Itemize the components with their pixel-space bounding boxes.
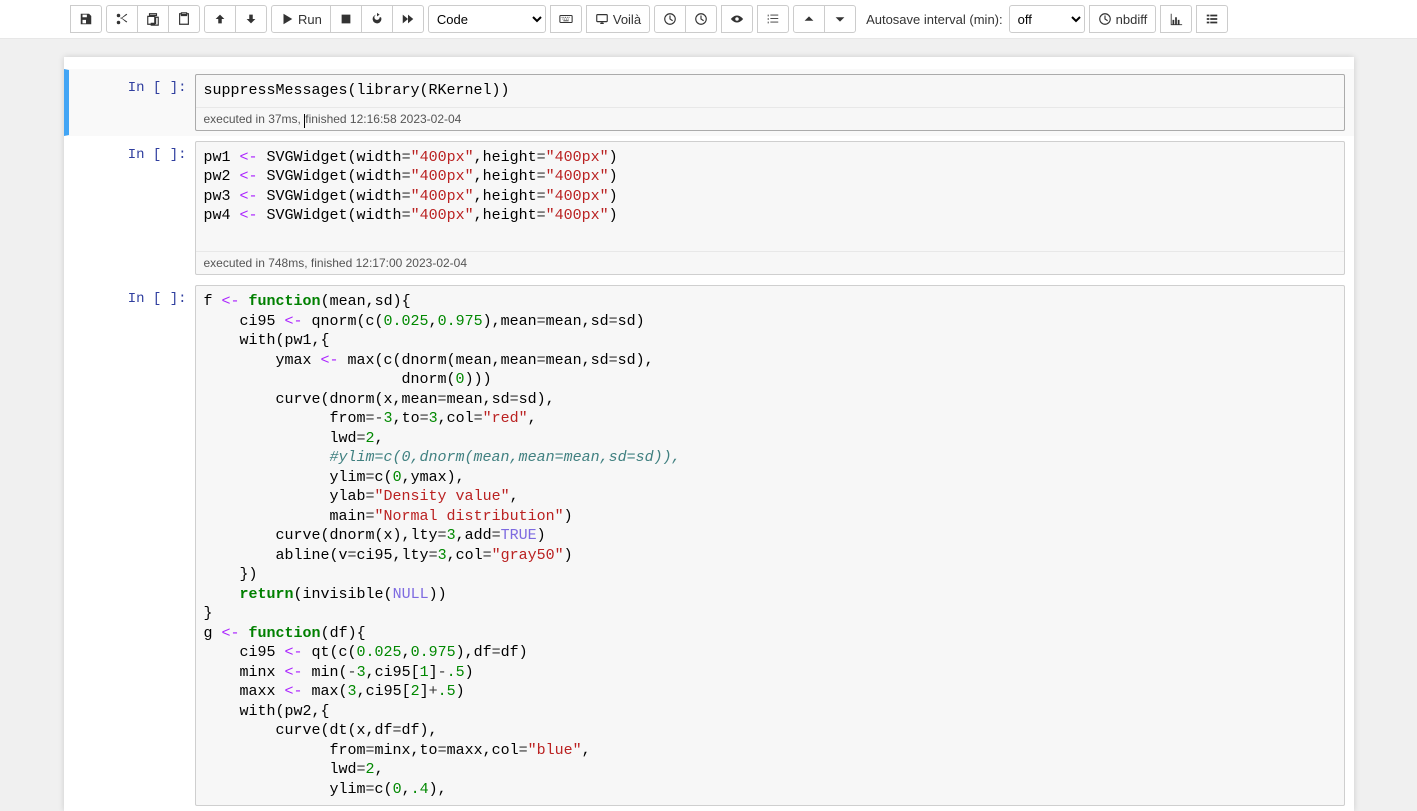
chevron-up-icon bbox=[802, 12, 816, 26]
stop-icon bbox=[339, 12, 353, 26]
restart-button[interactable] bbox=[361, 5, 393, 33]
code-cell[interactable]: In [ ]:pw1 <- SVGWidget(width="400px",he… bbox=[64, 136, 1354, 281]
code-cell[interactable]: In [ ]:suppressMessages(library(RKernel)… bbox=[64, 69, 1354, 136]
nbdiff-label: nbdiff bbox=[1116, 12, 1148, 27]
input-area[interactable]: pw1 <- SVGWidget(width="400px",height="4… bbox=[195, 141, 1345, 276]
text-caret bbox=[304, 114, 305, 127]
clock-icon bbox=[1098, 12, 1112, 26]
chevron-down-icon bbox=[833, 12, 847, 26]
copy-button[interactable] bbox=[137, 5, 169, 33]
bar-chart-icon bbox=[1169, 12, 1183, 26]
list-ol-icon bbox=[766, 12, 780, 26]
arrow-up-icon bbox=[213, 12, 227, 26]
input-area[interactable]: suppressMessages(library(RKernel))execut… bbox=[195, 74, 1345, 131]
collapse-down-button[interactable] bbox=[824, 5, 856, 33]
voila-label: Voilà bbox=[613, 12, 641, 27]
run-button[interactable]: Run bbox=[271, 5, 331, 33]
cell-prompt: In [ ]: bbox=[73, 285, 195, 806]
eye-icon bbox=[730, 12, 744, 26]
execution-info: executed in 37ms, finished 12:16:58 2023… bbox=[196, 107, 1344, 130]
save-icon bbox=[79, 12, 93, 26]
cell-prompt: In [ ]: bbox=[73, 74, 195, 131]
toolbar: Run Code Voilà bbox=[0, 0, 1417, 39]
exec-time-next-button[interactable] bbox=[685, 5, 717, 33]
command-palette-button[interactable] bbox=[550, 5, 582, 33]
autosave-label: Autosave interval (min): bbox=[866, 12, 1003, 27]
scissors-icon bbox=[115, 12, 129, 26]
code-cell[interactable]: In [ ]:f <- function(mean,sd){ ci95 <- q… bbox=[64, 280, 1354, 811]
run-label: Run bbox=[298, 12, 322, 27]
toc-button[interactable] bbox=[757, 5, 789, 33]
code-editor[interactable]: suppressMessages(library(RKernel)) bbox=[196, 75, 1344, 107]
save-button[interactable] bbox=[70, 5, 102, 33]
cell-prompt: In [ ]: bbox=[73, 141, 195, 276]
exec-time-prev-button[interactable] bbox=[654, 5, 686, 33]
paste-icon bbox=[177, 12, 191, 26]
monitor-icon bbox=[595, 12, 609, 26]
copy-icon bbox=[146, 12, 160, 26]
autosave-select[interactable]: off bbox=[1009, 5, 1085, 33]
arrow-down-icon bbox=[244, 12, 258, 26]
list-icon bbox=[1205, 12, 1219, 26]
notebook-container: In [ ]:suppressMessages(library(RKernel)… bbox=[64, 57, 1354, 811]
fast-forward-icon bbox=[401, 12, 415, 26]
paste-button[interactable] bbox=[168, 5, 200, 33]
clock-icon bbox=[694, 12, 708, 26]
restart-icon bbox=[370, 12, 384, 26]
voila-button[interactable]: Voilà bbox=[586, 5, 650, 33]
move-up-button[interactable] bbox=[204, 5, 236, 33]
table-button[interactable] bbox=[1196, 5, 1228, 33]
collapse-up-button[interactable] bbox=[793, 5, 825, 33]
chart-button[interactable] bbox=[1160, 5, 1192, 33]
input-area[interactable]: f <- function(mean,sd){ ci95 <- qnorm(c(… bbox=[195, 285, 1345, 806]
play-icon bbox=[280, 12, 294, 26]
cell-type-select[interactable]: Code bbox=[428, 5, 546, 33]
code-editor[interactable]: pw1 <- SVGWidget(width="400px",height="4… bbox=[196, 142, 1344, 252]
cut-button[interactable] bbox=[106, 5, 138, 33]
move-down-button[interactable] bbox=[235, 5, 267, 33]
execution-info: executed in 748ms, finished 12:17:00 202… bbox=[196, 251, 1344, 274]
run-all-button[interactable] bbox=[392, 5, 424, 33]
code-editor[interactable]: f <- function(mean,sd){ ci95 <- qnorm(c(… bbox=[196, 286, 1344, 805]
clock-icon bbox=[663, 12, 677, 26]
keyboard-icon bbox=[559, 12, 573, 26]
nbdiff-button[interactable]: nbdiff bbox=[1089, 5, 1157, 33]
toggle-output-button[interactable] bbox=[721, 5, 753, 33]
interrupt-button[interactable] bbox=[330, 5, 362, 33]
